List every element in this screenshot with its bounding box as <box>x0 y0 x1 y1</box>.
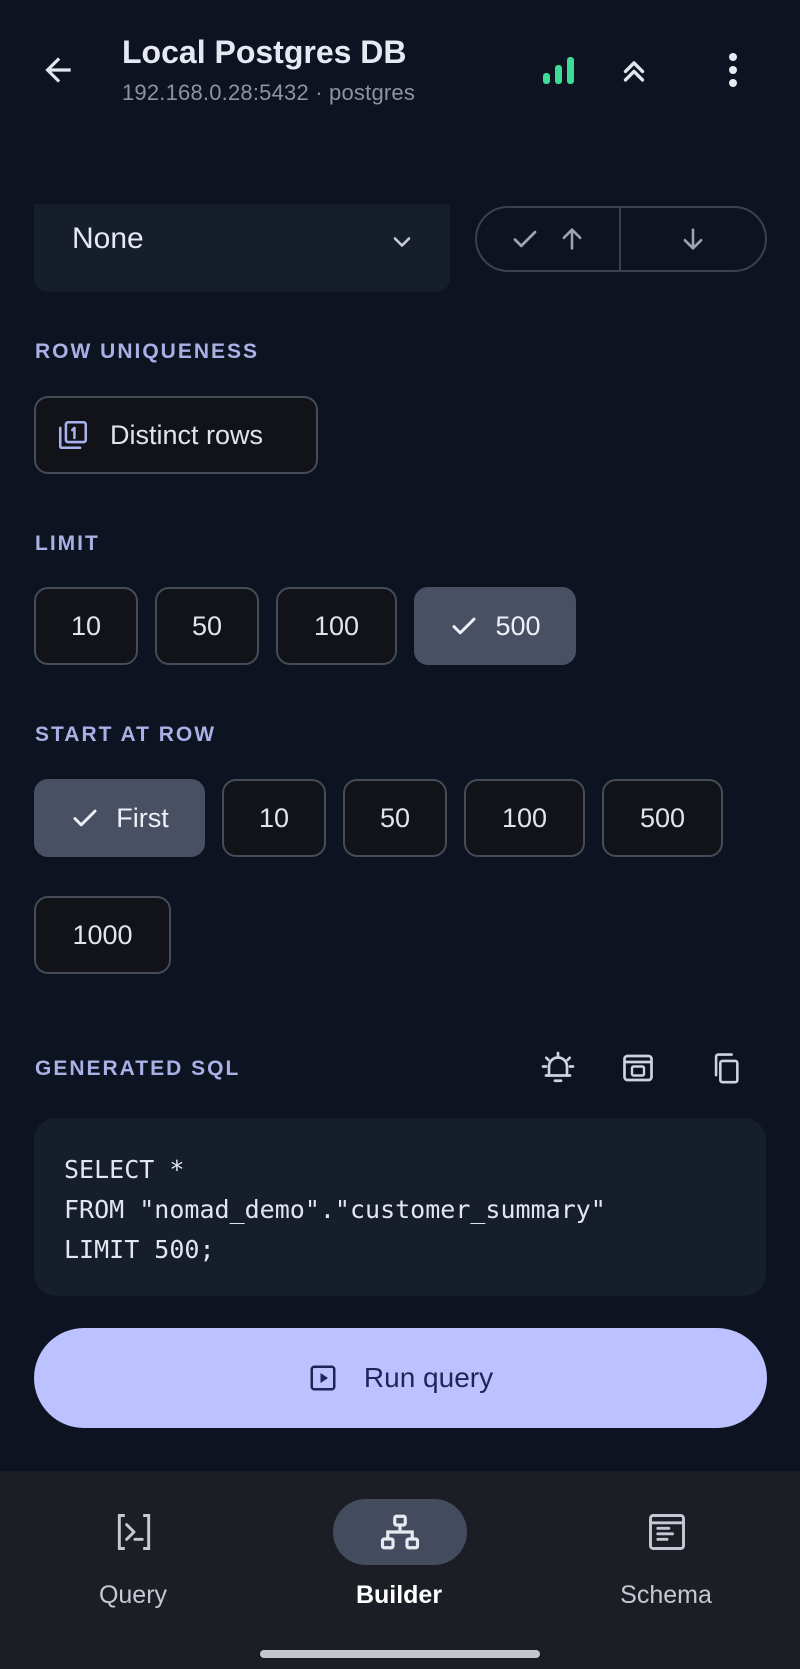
nav-item-label: Schema <box>620 1581 712 1609</box>
copy-sql-button[interactable] <box>700 1042 752 1094</box>
start-option-label: 500 <box>639 802 686 833</box>
start-option-100[interactable]: 100 <box>464 779 585 857</box>
sort-column-value: None <box>72 222 144 255</box>
home-indicator[interactable] <box>260 1650 540 1658</box>
chevron-down-icon <box>388 228 416 261</box>
sql-line: FROM "nomad_demo"."customer_summary" <box>64 1195 606 1224</box>
arrow-back-icon <box>45 57 71 83</box>
alarm-icon <box>541 1051 575 1083</box>
sort-column-select[interactable]: None <box>34 204 450 292</box>
connection-status-button[interactable] <box>533 44 585 96</box>
arrow-down-icon <box>683 228 703 250</box>
nav-item-builder[interactable]: Builder <box>299 1499 499 1609</box>
limit-option-500[interactable]: 500 <box>414 587 576 665</box>
arrow-up-icon <box>562 228 582 250</box>
start-option-label: 50 <box>379 802 411 833</box>
run-query-label: Run query <box>363 1362 494 1393</box>
save-query-button[interactable] <box>612 1042 664 1094</box>
nav-item-query[interactable]: Query <box>33 1499 233 1609</box>
start-option-10[interactable]: 10 <box>222 779 326 857</box>
sort-order-toggle <box>475 206 767 272</box>
limit-option-label: 100 <box>313 610 360 641</box>
start-at-row-label: START AT ROW <box>35 723 217 746</box>
limit-option-100[interactable]: 100 <box>276 587 397 665</box>
schema-icon <box>649 1514 685 1550</box>
start-option-1000[interactable]: 1000 <box>34 896 171 974</box>
terminal-icon <box>117 1514 151 1550</box>
limit-option-10[interactable]: 10 <box>34 587 138 665</box>
nav-item-label: Builder <box>355 1581 443 1609</box>
nav-item-pill <box>333 1499 467 1565</box>
more-options-button[interactable] <box>707 44 759 96</box>
start-option-label: 1000 <box>72 919 133 950</box>
back-button[interactable] <box>32 44 84 96</box>
run-query-button[interactable]: Run query <box>34 1328 767 1428</box>
filter-1-icon <box>56 418 90 452</box>
sql-line: SELECT * <box>64 1155 185 1184</box>
connection-subtitle: 192.168.0.28:5432 · postgres <box>122 80 416 105</box>
check-icon <box>449 611 479 641</box>
generated-sql-box[interactable]: SELECT * FROM "nomad_demo"."customer_sum… <box>34 1118 766 1296</box>
schedule-alert-button[interactable] <box>532 1042 584 1094</box>
save-query-icon <box>623 1054 653 1082</box>
limit-option-50[interactable]: 50 <box>155 587 259 665</box>
sql-line: LIMIT 500; <box>64 1235 215 1264</box>
check-icon <box>70 803 100 833</box>
nav-item-pill <box>600 1499 734 1565</box>
start-option-first[interactable]: First <box>34 779 205 857</box>
distinct-rows-chip[interactable]: Distinct rows <box>34 396 318 474</box>
copy-icon <box>714 1053 739 1084</box>
builder-screen: Local Postgres DB 192.168.0.28:5432 · po… <box>0 0 800 1669</box>
limit-label: LIMIT <box>35 532 100 555</box>
play-box-icon <box>310 1365 336 1391</box>
start-option-label: 100 <box>501 802 548 833</box>
generated-sql-label: GENERATED SQL <box>35 1057 241 1080</box>
start-option-500[interactable]: 500 <box>602 779 723 857</box>
app-header: Local Postgres DB 192.168.0.28:5432 · po… <box>0 0 800 150</box>
nav-item-label: Query <box>98 1581 168 1609</box>
signal-bars-icon <box>543 57 574 84</box>
double-chevron-up-icon <box>623 61 645 82</box>
nav-item-schema[interactable]: Schema <box>566 1499 766 1609</box>
connection-title: Local Postgres DB <box>122 34 407 70</box>
limit-option-label: 10 <box>70 610 102 641</box>
row-uniqueness-label: ROW UNIQUENESS <box>35 340 260 363</box>
more-vert-icon <box>729 53 737 87</box>
start-option-label: First <box>116 802 169 833</box>
flowchart-icon <box>380 1514 420 1550</box>
nav-item-pill <box>67 1499 201 1565</box>
sort-descending-button[interactable] <box>621 208 765 270</box>
distinct-rows-label: Distinct rows <box>110 419 264 450</box>
check-icon <box>513 230 537 248</box>
start-option-label: 10 <box>258 802 290 833</box>
collapse-button[interactable] <box>608 44 660 96</box>
sort-ascending-button[interactable] <box>477 208 621 270</box>
limit-option-label: 50 <box>191 610 223 641</box>
start-option-50[interactable]: 50 <box>343 779 447 857</box>
bottom-navigation: Query Builder Schema <box>0 1471 800 1669</box>
limit-option-label: 500 <box>495 610 541 641</box>
